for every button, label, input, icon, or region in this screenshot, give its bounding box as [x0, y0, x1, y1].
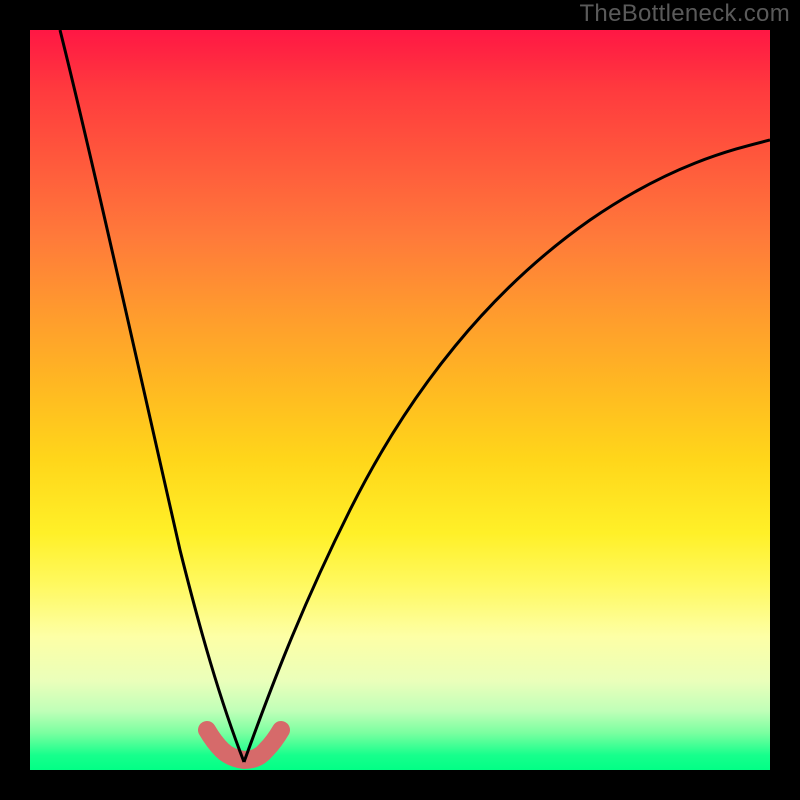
bottleneck-curve-right [244, 140, 770, 762]
safe-zone-marker [207, 730, 281, 760]
gradient-plot-area [30, 30, 770, 770]
chart-container: TheBottleneck.com [0, 0, 800, 800]
watermark-text: TheBottleneck.com [579, 0, 790, 28]
curve-layer [30, 30, 770, 770]
bottleneck-curve-left [60, 30, 244, 762]
